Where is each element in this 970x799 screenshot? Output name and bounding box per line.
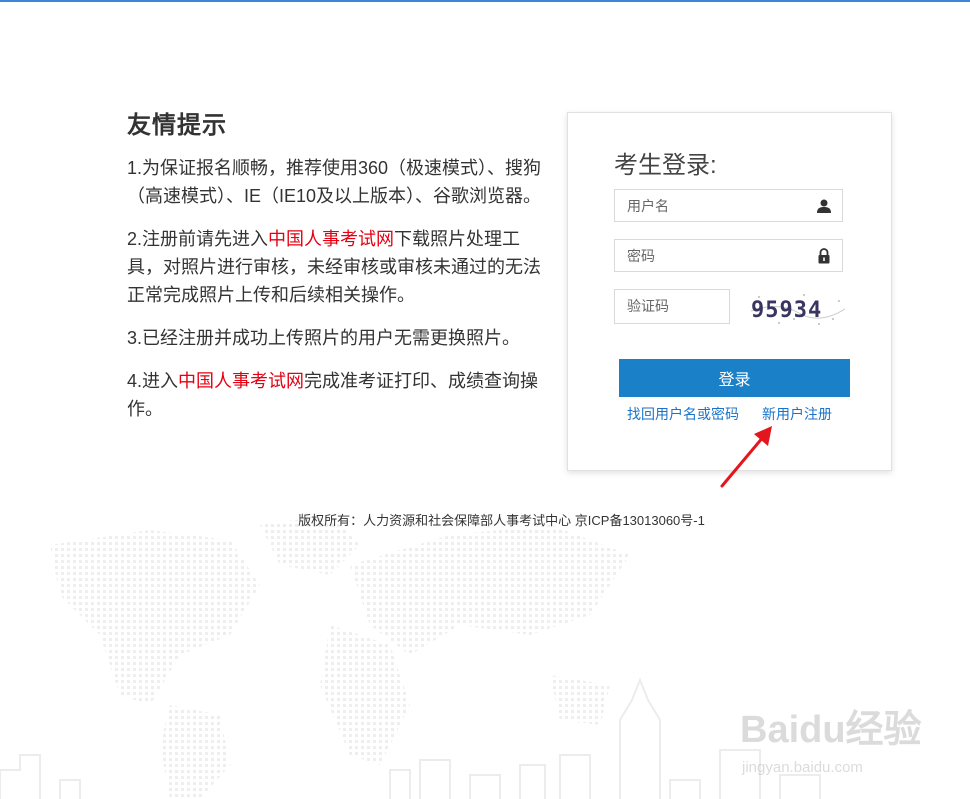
tip-1: 1.为保证报名顺畅，推荐使用360（极速模式）、搜狗（高速模式）、IE（IE10… <box>127 154 547 210</box>
password-input[interactable] <box>615 240 817 271</box>
username-field-wrapper <box>614 189 843 222</box>
username-input[interactable] <box>615 190 817 221</box>
watermark-brand: Baidu经验 <box>740 709 922 751</box>
tip-4-before: 4.进入 <box>127 371 179 391</box>
captcha-text: 95934 <box>751 298 822 323</box>
tip-3-text: 3.已经注册并成功上传照片的用户无需更换照片。 <box>127 328 521 348</box>
watermark-url: jingyan.baidu.com <box>741 759 863 776</box>
tip-2: 2.注册前请先进入中国人事考试网下载照片处理工具，对照片进行审核，未经审核或审核… <box>127 225 547 309</box>
cpta-link-2[interactable]: 中国人事考试网 <box>178 371 304 391</box>
login-button[interactable]: 登录 <box>619 359 850 397</box>
baidu-jingyan-watermark: Baidu经验 jingyan.baidu.com <box>740 709 922 776</box>
cpta-link-1[interactable]: 中国人事考试网 <box>268 229 394 249</box>
tips-section: 友情提示 1.为保证报名顺畅，推荐使用360（极速模式）、搜狗（高速模式）、IE… <box>127 110 547 438</box>
captcha-field-wrapper <box>614 289 730 324</box>
tip-2-before: 2.注册前请先进入 <box>127 229 269 249</box>
copyright-text: 版权所有：人力资源和社会保障部人事考试中心 京ICP备13013060号-1 <box>298 513 705 528</box>
captcha-image[interactable]: 95934 <box>749 289 847 329</box>
tips-title: 友情提示 <box>127 112 227 139</box>
login-panel: 考生登录: 95934 登录 找回用户名或密码 新用户注册 <box>567 112 892 471</box>
red-arrow-annotation <box>720 426 772 488</box>
lock-icon <box>818 248 830 264</box>
login-title: 考生登录: <box>614 152 717 179</box>
password-field-wrapper <box>614 239 843 272</box>
top-border <box>0 0 970 2</box>
user-icon <box>817 199 831 213</box>
tip-1-text: 1.为保证报名顺畅，推荐使用360（极速模式）、搜狗（高速模式）、IE（IE10… <box>127 158 542 206</box>
tip-4: 4.进入中国人事考试网完成准考证打印、成绩查询操作。 <box>127 367 547 423</box>
tip-3: 3.已经注册并成功上传照片的用户无需更换照片。 <box>127 324 547 352</box>
captcha-input[interactable] <box>615 290 727 321</box>
